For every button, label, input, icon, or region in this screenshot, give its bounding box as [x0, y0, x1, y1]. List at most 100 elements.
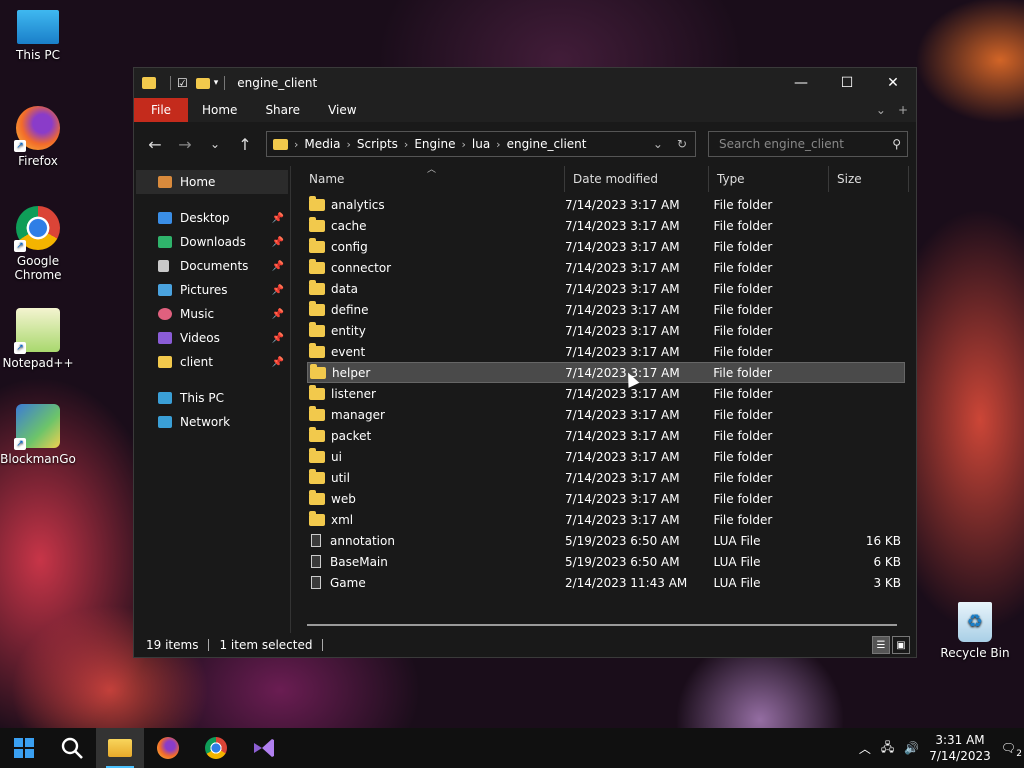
table-row[interactable]: cache 7/14/2023 3:17 AM File folder — [307, 215, 905, 236]
table-row[interactable]: connector 7/14/2023 3:17 AM File folder — [307, 257, 905, 278]
expand-ribbon-chevron-icon[interactable]: ⌄ — [876, 103, 886, 117]
desktop-icon-blockmango[interactable]: ↗ BlockmanGo — [0, 404, 76, 466]
clock[interactable]: 3:31 AM 7/14/2023 — [929, 732, 991, 764]
pin-icon[interactable]: 📌 — [272, 357, 284, 368]
table-row[interactable]: xml 7/14/2023 3:17 AM File folder — [307, 509, 905, 530]
desktop-icon-firefox[interactable]: ↗ Firefox — [0, 106, 76, 168]
start-button[interactable] — [0, 728, 48, 768]
taskbar-search-button[interactable] — [48, 728, 96, 768]
address-history-chevron-icon[interactable]: ⌄ — [653, 137, 663, 151]
desktop-icon-recycle-bin[interactable]: ♻ Recycle Bin — [937, 602, 1013, 660]
file-name: web — [331, 491, 356, 506]
pin-icon[interactable]: 📌 — [272, 213, 284, 224]
sidebar-item-music[interactable]: Music 📌 — [134, 302, 290, 326]
refresh-icon[interactable]: ↻ — [677, 137, 687, 151]
desktop-icon-notepadpp[interactable]: ↗ Notepad++ — [0, 308, 76, 370]
sidebar-item-downloads[interactable]: Downloads 📌 — [134, 230, 290, 254]
tab-file[interactable]: File — [134, 98, 188, 122]
pin-icon[interactable]: 📌 — [272, 237, 284, 248]
table-row[interactable]: annotation 5/19/2023 6:50 AM LUA File 16 KB — [307, 530, 905, 551]
horizontal-scrollbar[interactable] — [307, 624, 897, 626]
taskbar-visual-studio[interactable] — [240, 728, 288, 768]
column-header-date-modified[interactable]: Date modified — [565, 166, 709, 192]
recent-locations-chevron-icon[interactable]: ⌄ — [200, 137, 230, 151]
sidebar-item-client[interactable]: client 📌 — [134, 350, 290, 374]
sidebar-item-this-pc[interactable]: This PC — [134, 386, 290, 410]
pictures-icon — [158, 284, 172, 296]
taskbar-chrome[interactable] — [192, 728, 240, 768]
table-row[interactable]: entity 7/14/2023 3:17 AM File folder — [307, 320, 905, 341]
pin-icon[interactable]: 📌 — [272, 285, 284, 296]
show-hidden-icons-chevron-icon[interactable]: ︿ — [859, 740, 871, 757]
minimize-button[interactable]: — — [778, 68, 824, 98]
taskbar: ︿ 🖧 🔊 3:31 AM 7/14/2023 🗨 2 — [0, 728, 1024, 768]
table-row[interactable]: BaseMain 5/19/2023 6:50 AM LUA File 6 KB — [307, 551, 905, 572]
table-row[interactable]: ui 7/14/2023 3:17 AM File folder — [307, 446, 905, 467]
window-title: engine_client — [237, 76, 318, 90]
sidebar-item-label: client — [180, 355, 213, 369]
address-bar[interactable]: › Media › Scripts › Engine › lua › engin… — [266, 131, 696, 157]
breadcrumb-engine-client[interactable]: engine_client — [507, 137, 587, 151]
table-row[interactable]: Game 2/14/2023 11:43 AM LUA File 3 KB — [307, 572, 905, 593]
search-box[interactable]: ⚲ — [708, 131, 908, 157]
table-row[interactable]: data 7/14/2023 3:17 AM File folder — [307, 278, 905, 299]
tab-view[interactable]: View — [314, 98, 370, 122]
table-row[interactable]: listener 7/14/2023 3:17 AM File folder — [307, 383, 905, 404]
table-row[interactable]: analytics 7/14/2023 3:17 AM File folder — [307, 194, 905, 215]
table-row[interactable]: packet 7/14/2023 3:17 AM File folder — [307, 425, 905, 446]
breadcrumb-media[interactable]: Media — [304, 137, 340, 151]
maximize-button[interactable]: ☐ — [824, 68, 870, 98]
date-modified: 7/14/2023 3:17 AM — [564, 239, 680, 254]
sidebar-item-videos[interactable]: Videos 📌 — [134, 326, 290, 350]
pin-icon[interactable]: 📌 — [272, 309, 284, 320]
search-input[interactable] — [717, 136, 881, 152]
large-icons-view-button[interactable]: ▣ — [892, 636, 910, 654]
sidebar-item-desktop[interactable]: Desktop 📌 — [134, 206, 290, 230]
tab-home[interactable]: Home — [188, 98, 251, 122]
taskbar-file-explorer[interactable] — [96, 728, 144, 768]
network-status-icon[interactable]: 🖧 — [881, 738, 894, 759]
breadcrumb-lua[interactable]: lua — [472, 137, 490, 151]
taskbar-firefox[interactable] — [144, 728, 192, 768]
column-header-size[interactable]: Size — [829, 166, 909, 192]
breadcrumb-separator-icon: › — [496, 137, 501, 151]
sidebar-item-network[interactable]: Network — [134, 410, 290, 434]
help-icon[interactable]: + — [898, 103, 908, 117]
pin-icon[interactable]: 📌 — [272, 261, 284, 272]
search-icon[interactable]: ⚲ — [892, 137, 907, 151]
notification-icon: 🗨 — [1000, 741, 1016, 755]
file-type: File folder — [713, 197, 773, 212]
folder-icon — [309, 279, 325, 295]
breadcrumb-engine[interactable]: Engine — [414, 137, 455, 151]
details-view-button[interactable]: ☰ — [872, 636, 890, 654]
notification-center-button[interactable]: 🗨 2 — [1000, 741, 1022, 759]
volume-icon[interactable]: 🔊 — [904, 741, 919, 755]
tab-share[interactable]: Share — [251, 98, 314, 122]
close-button[interactable]: ✕ — [870, 68, 916, 98]
sidebar-item-documents[interactable]: Documents 📌 — [134, 254, 290, 278]
forward-button[interactable]: → — [170, 135, 200, 154]
back-button[interactable]: ← — [140, 135, 170, 154]
desktop-icon-chrome[interactable]: ↗ Google Chrome — [0, 206, 76, 282]
breadcrumb-scripts[interactable]: Scripts — [357, 137, 398, 151]
file-icon — [311, 576, 321, 589]
pin-icon[interactable]: 📌 — [272, 333, 284, 344]
table-row[interactable]: util 7/14/2023 3:17 AM File folder — [307, 467, 905, 488]
desktop-icon-this-pc[interactable]: This PC — [0, 10, 76, 62]
title-bar: ☑ ▾ engine_client — ☐ ✕ — [134, 68, 916, 98]
column-header-type[interactable]: Type — [709, 166, 829, 192]
new-folder-icon[interactable] — [195, 77, 210, 89]
sidebar-item-home[interactable]: Home — [136, 170, 288, 194]
up-button[interactable]: ↑ — [230, 135, 260, 154]
desktop-icon — [158, 212, 172, 224]
table-row[interactable]: event 7/14/2023 3:17 AM File folder — [307, 341, 905, 362]
table-row[interactable]: manager 7/14/2023 3:17 AM File folder — [307, 404, 905, 425]
table-row[interactable]: web 7/14/2023 3:17 AM File folder — [307, 488, 905, 509]
customize-toolbar-icon[interactable]: ▾ — [214, 78, 219, 88]
sidebar-item-pictures[interactable]: Pictures 📌 — [134, 278, 290, 302]
table-row[interactable]: config 7/14/2023 3:17 AM File folder — [307, 236, 905, 257]
table-row[interactable]: define 7/14/2023 3:17 AM File folder — [307, 299, 905, 320]
date-modified: 7/14/2023 3:17 AM — [564, 197, 680, 212]
table-row[interactable]: helper 7/14/2023 3:17 AM File folder — [307, 362, 905, 383]
properties-icon[interactable]: ☑ — [177, 76, 188, 90]
